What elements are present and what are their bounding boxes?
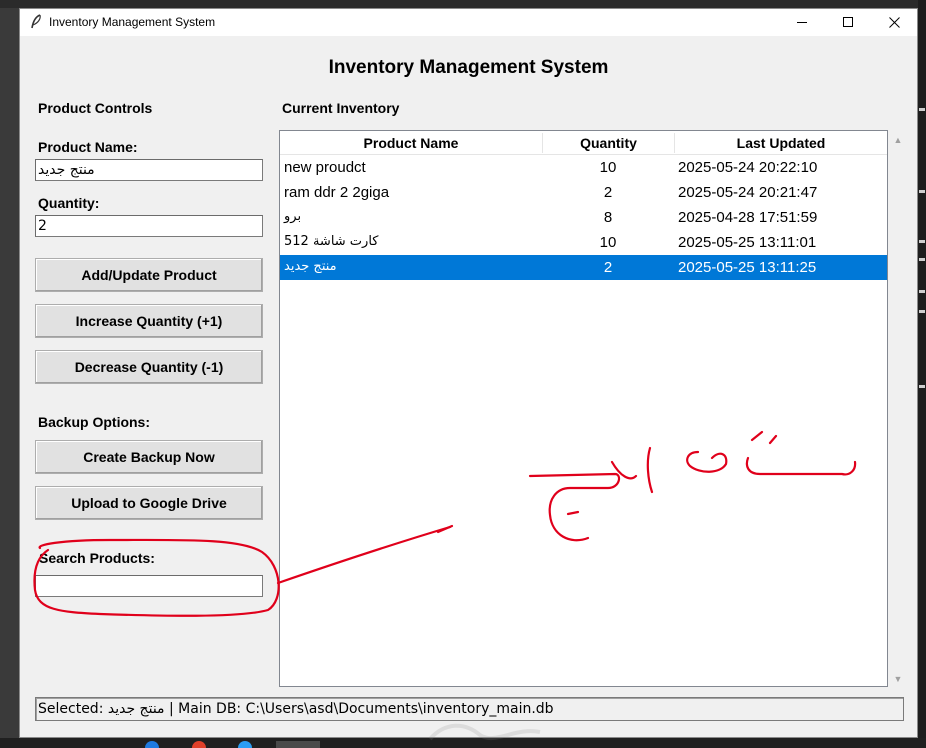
- cell-quantity: 8: [603, 209, 613, 226]
- cell-last-updated: 2025-04-28 17:51:59: [678, 209, 818, 226]
- minimize-button[interactable]: [779, 9, 825, 36]
- current-inventory-title: Current Inventory: [282, 100, 400, 116]
- table-body: new proudct 10 2025-05-24 20:22:10 ram d…: [280, 155, 887, 280]
- app-window: Inventory Management System Inventory Ma…: [19, 8, 918, 741]
- feather-icon: [31, 14, 41, 29]
- scroll-down-arrow-icon[interactable]: ▼: [891, 672, 905, 686]
- cell-quantity: 10: [599, 234, 617, 251]
- quantity-label: Quantity:: [38, 195, 100, 211]
- scroll-up-arrow-icon[interactable]: ▲: [891, 133, 905, 147]
- close-icon: [888, 17, 900, 28]
- maximize-icon: [842, 17, 853, 27]
- cell-quantity: 2: [603, 259, 613, 276]
- table-row-selected[interactable]: منتج جديد 2 2025-05-25 13:11:25: [280, 255, 887, 280]
- decrease-quantity-button[interactable]: Decrease Quantity (-1): [35, 350, 263, 384]
- product-controls-title: Product Controls: [38, 100, 153, 116]
- table-row[interactable]: ram ddr 2 2giga 2 2025-05-24 20:21:47: [280, 180, 887, 205]
- maximize-button[interactable]: [825, 9, 871, 36]
- create-backup-button[interactable]: Create Backup Now: [35, 440, 263, 474]
- cell-product-name: منتج جديد: [284, 259, 337, 274]
- column-header-quantity[interactable]: Quantity: [543, 131, 674, 155]
- close-button[interactable]: [871, 9, 917, 36]
- desktop-background-top: [0, 0, 926, 8]
- column-header-last-updated[interactable]: Last Updated: [675, 131, 887, 155]
- cell-last-updated: 2025-05-24 20:22:10: [678, 159, 818, 176]
- cell-last-updated: 2025-05-25 13:11:01: [678, 234, 817, 251]
- add-update-product-button[interactable]: Add/Update Product: [35, 258, 263, 292]
- table-row[interactable]: new proudct 10 2025-05-24 20:22:10: [280, 155, 887, 180]
- cell-product-name: new proudct: [284, 159, 366, 176]
- cell-quantity: 10: [599, 159, 617, 176]
- watermark-logo: [428, 723, 541, 741]
- table-row[interactable]: كارت شاشة 512 10 2025-05-25 13:11:01: [280, 230, 887, 255]
- app-heading: Inventory Management System: [328, 57, 609, 78]
- inventory-table[interactable]: Product Name Quantity Last Updated new p…: [279, 130, 888, 687]
- cell-product-name: كارت شاشة 512: [284, 234, 379, 249]
- cell-last-updated: 2025-05-25 13:11:25: [678, 259, 817, 276]
- title-bar[interactable]: Inventory Management System: [20, 9, 917, 36]
- table-header: Product Name Quantity Last Updated: [280, 131, 887, 155]
- desktop-background-right: [918, 0, 926, 748]
- increase-quantity-button[interactable]: Increase Quantity (+1): [35, 304, 263, 338]
- product-name-label: Product Name:: [38, 139, 138, 155]
- cell-last-updated: 2025-05-24 20:21:47: [678, 184, 818, 201]
- table-row[interactable]: برو 8 2025-04-28 17:51:59: [280, 205, 887, 230]
- window-title: Inventory Management System: [49, 15, 216, 29]
- search-products-label: Search Products:: [39, 550, 155, 566]
- upload-google-drive-button[interactable]: Upload to Google Drive: [35, 486, 263, 520]
- search-input[interactable]: [35, 575, 263, 597]
- cell-product-name: برو: [284, 209, 302, 224]
- minimize-icon: [796, 22, 807, 23]
- quantity-input[interactable]: 2: [35, 215, 263, 237]
- column-header-product-name[interactable]: Product Name: [280, 131, 542, 155]
- product-name-input[interactable]: منتج جديد: [35, 159, 263, 181]
- backup-options-title: Backup Options:: [38, 414, 151, 430]
- cell-product-name: ram ddr 2 2giga: [284, 184, 390, 201]
- cell-quantity: 2: [603, 184, 613, 201]
